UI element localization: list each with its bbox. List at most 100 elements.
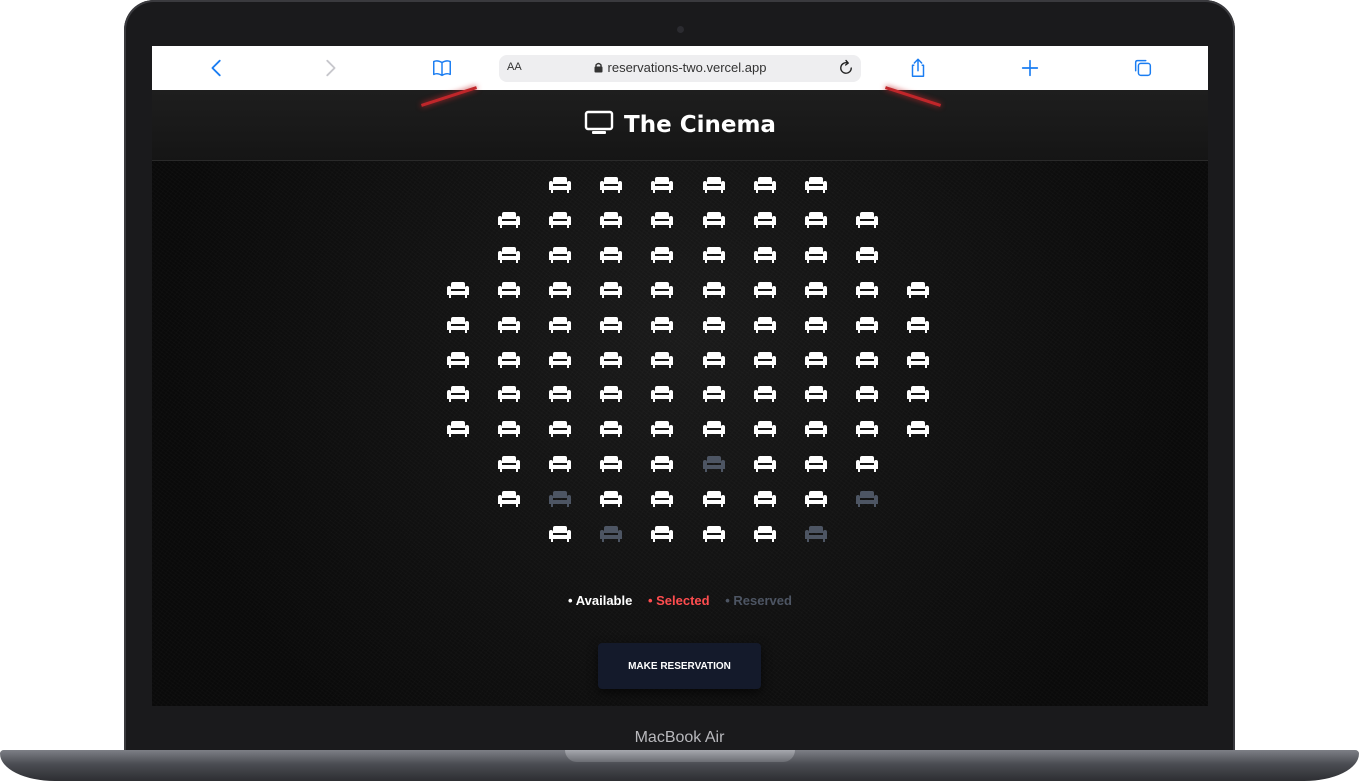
seat-available[interactable] [497, 281, 520, 298]
seat-available[interactable] [497, 421, 520, 438]
seat-available[interactable] [907, 421, 930, 438]
seat-available[interactable] [651, 386, 674, 403]
seat-available[interactable] [856, 211, 879, 228]
seat-available[interactable] [600, 491, 623, 508]
address-bar[interactable]: AA reservations-two.vercel.app [499, 55, 861, 82]
seat-available[interactable] [549, 316, 571, 333]
seat-available[interactable] [753, 456, 776, 473]
seat-available[interactable] [549, 177, 571, 193]
seat-available[interactable] [805, 491, 827, 508]
seat-available[interactable] [907, 386, 930, 403]
seat-available[interactable] [702, 177, 725, 193]
seat-available[interactable] [856, 386, 879, 403]
back-icon[interactable] [203, 54, 231, 82]
seat-available[interactable] [549, 246, 571, 263]
seat-available[interactable] [753, 491, 776, 508]
seat-available[interactable] [702, 351, 725, 368]
seat-available[interactable] [549, 386, 571, 403]
seat-available[interactable] [446, 386, 469, 403]
seat-available[interactable] [497, 456, 520, 473]
seat-available[interactable] [600, 211, 623, 228]
seat-available[interactable] [549, 421, 571, 438]
seat-available[interactable] [702, 246, 725, 263]
seat-available[interactable] [907, 281, 930, 298]
seat-available[interactable] [753, 281, 776, 298]
seat-available[interactable] [600, 281, 623, 298]
seat-available[interactable] [497, 211, 520, 228]
make-reservation-button[interactable]: MAKE RESERVATION [598, 643, 761, 689]
seat-available[interactable] [753, 177, 776, 193]
seat-available[interactable] [753, 351, 776, 368]
url-field[interactable]: reservations-two.vercel.app [499, 60, 861, 75]
seat-available[interactable] [549, 526, 571, 542]
seat-available[interactable] [446, 316, 469, 333]
seat-available[interactable] [805, 421, 827, 438]
seat-available[interactable] [549, 351, 571, 368]
seat-available[interactable] [753, 211, 776, 228]
seat-available[interactable] [702, 491, 725, 508]
seat-available[interactable] [702, 526, 725, 542]
seat-available[interactable] [600, 456, 623, 473]
seat-available[interactable] [856, 316, 879, 333]
seat-available[interactable] [651, 177, 674, 193]
seat-available[interactable] [702, 421, 725, 438]
seat-available[interactable] [497, 316, 520, 333]
seat-available[interactable] [907, 351, 930, 368]
seat-available[interactable] [805, 177, 827, 193]
title-text: The Cinema [624, 112, 776, 138]
seat-available[interactable] [549, 281, 571, 298]
seat-available[interactable] [753, 526, 776, 542]
seat-available[interactable] [651, 421, 674, 438]
seat-available[interactable] [600, 177, 623, 193]
seat-available[interactable] [856, 351, 879, 368]
seat-available[interactable] [805, 351, 827, 368]
seat-available[interactable] [753, 386, 776, 403]
seat-available[interactable] [805, 211, 827, 228]
seat-available[interactable] [497, 246, 520, 263]
seat-available[interactable] [753, 421, 776, 438]
seat-available[interactable] [907, 316, 930, 333]
seat-available[interactable] [805, 456, 827, 473]
seat-available[interactable] [446, 421, 469, 438]
seat-available[interactable] [651, 281, 674, 298]
seat-available[interactable] [600, 351, 623, 368]
seat-available[interactable] [651, 491, 674, 508]
seat-available[interactable] [702, 316, 725, 333]
seat-available[interactable] [651, 456, 674, 473]
seat-available[interactable] [600, 246, 623, 263]
seat-available[interactable] [753, 246, 776, 263]
seat-available[interactable] [600, 421, 623, 438]
bookmarks-icon[interactable] [428, 54, 456, 82]
seat-available[interactable] [651, 211, 674, 228]
seat-available[interactable] [497, 491, 520, 508]
seat-available[interactable] [702, 386, 725, 403]
seat-available[interactable] [446, 281, 469, 298]
seat-available[interactable] [549, 456, 571, 473]
seat-available[interactable] [702, 281, 725, 298]
new-tab-icon[interactable] [1016, 54, 1044, 82]
seat-available[interactable] [497, 351, 520, 368]
seat-available[interactable] [651, 526, 674, 542]
tabs-icon[interactable] [1129, 54, 1157, 82]
seat-available[interactable] [805, 246, 827, 263]
seat-available[interactable] [702, 211, 725, 228]
seat-available[interactable] [856, 456, 879, 473]
share-icon[interactable] [904, 54, 932, 82]
seat-available[interactable] [651, 316, 674, 333]
seat-available[interactable] [600, 316, 623, 333]
seat-available[interactable] [497, 386, 520, 403]
seat-available[interactable] [651, 246, 674, 263]
seat-available[interactable] [600, 386, 623, 403]
seat-available[interactable] [549, 211, 571, 228]
seat-available[interactable] [446, 351, 469, 368]
seat-available[interactable] [856, 281, 879, 298]
seat-available[interactable] [856, 421, 879, 438]
seat-available[interactable] [856, 246, 879, 263]
reload-icon[interactable] [837, 59, 855, 77]
forward-icon[interactable] [316, 54, 344, 82]
seat-available[interactable] [753, 316, 776, 333]
seat-available[interactable] [651, 351, 674, 368]
seat-available[interactable] [805, 386, 827, 403]
seat-available[interactable] [805, 281, 827, 298]
seat-available[interactable] [805, 316, 827, 333]
